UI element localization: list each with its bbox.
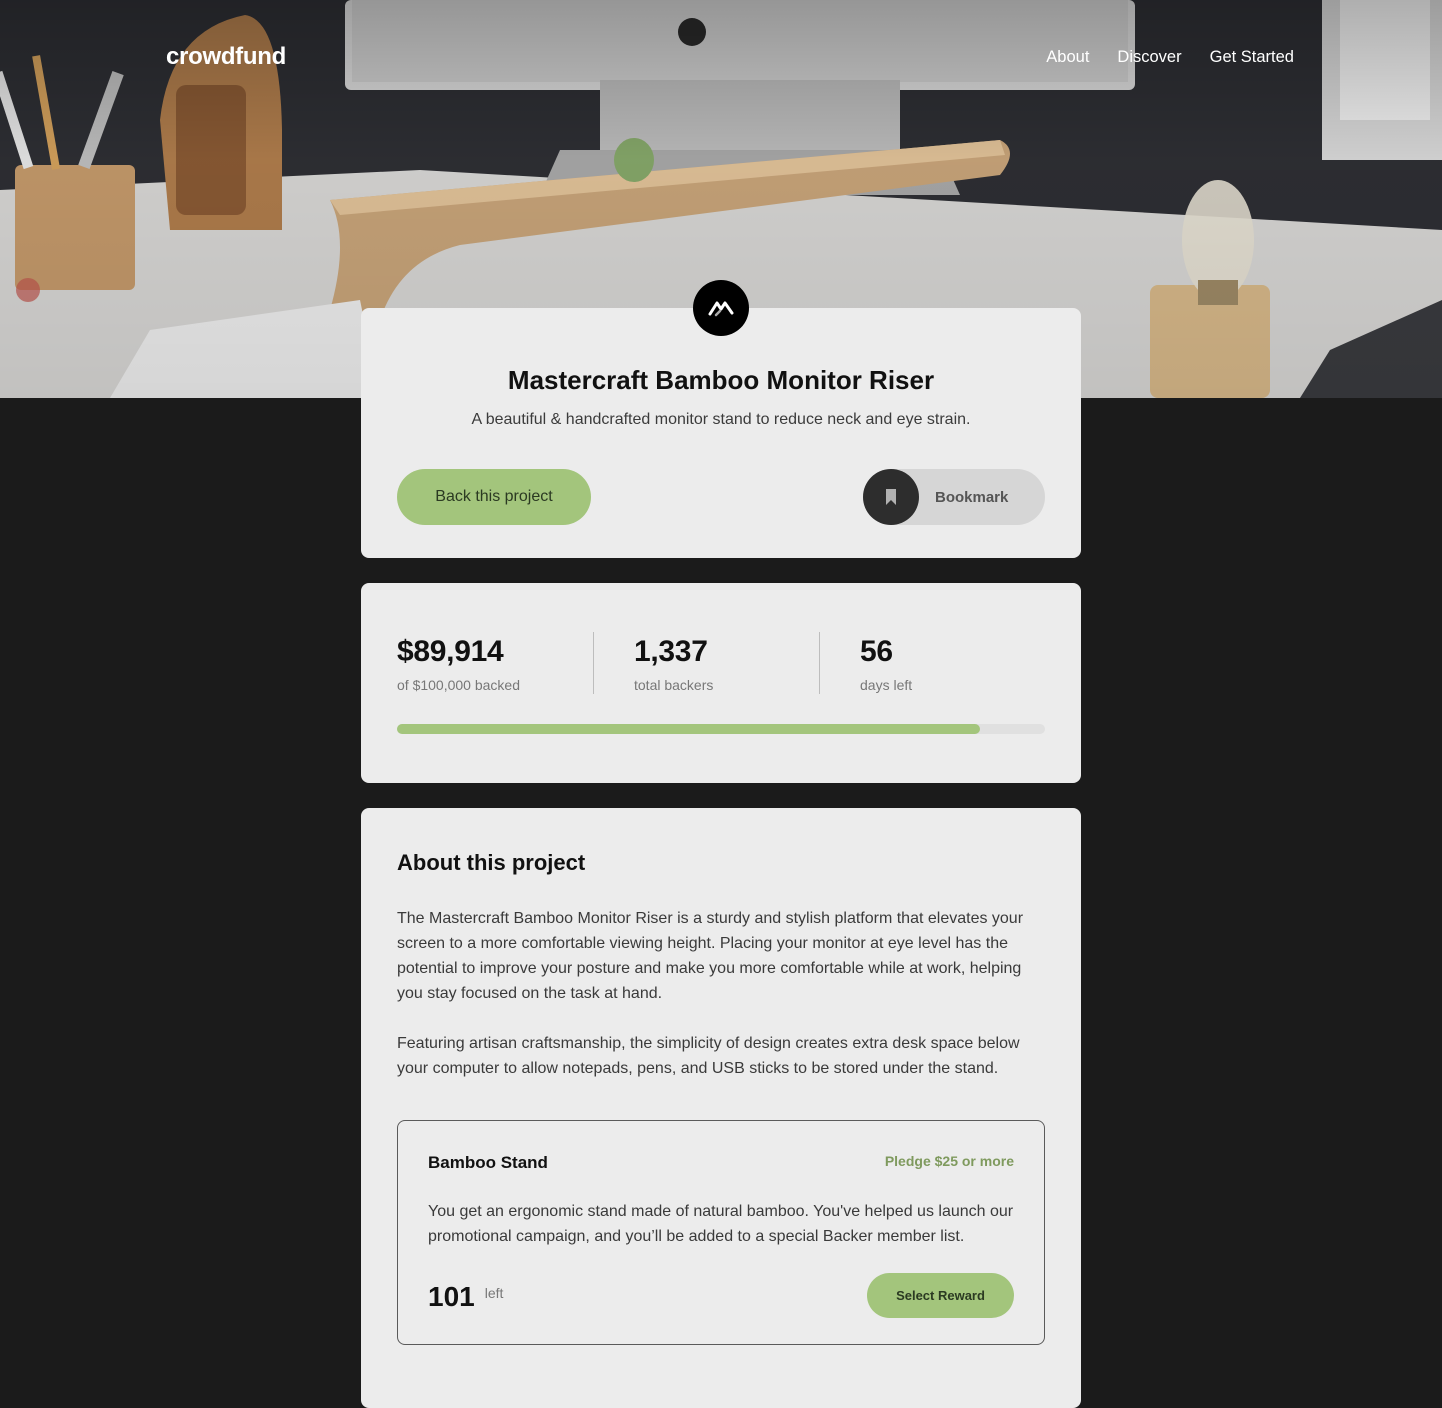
stat-days: 56 days left (860, 635, 912, 693)
days-label: days left (860, 677, 913, 693)
project-subtitle: A beautiful & handcrafted monitor stand … (471, 411, 971, 428)
backers-label: total backers (634, 677, 714, 693)
nav-about[interactable]: About (1046, 48, 1089, 67)
reward-description: You get an ergonomic stand made of natur… (428, 1203, 1014, 1245)
mastercraft-logo-icon (693, 280, 749, 336)
stat-backed: $89,914 of $100,000 backed (397, 635, 520, 693)
backed-amount: $89,914 (397, 635, 504, 668)
reward-remaining: 101 left (428, 1281, 503, 1313)
stat-divider (593, 632, 594, 694)
reward-name: Bamboo Stand (428, 1153, 548, 1172)
about-paragraph-2: Featuring artisan craftsmanship, the sim… (397, 1035, 1020, 1077)
bookmark-button[interactable]: Bookmark (863, 469, 1045, 525)
reward-remaining-count: 101 (428, 1281, 475, 1312)
funding-progress-bar (397, 724, 1045, 734)
reward-pledge: Pledge $25 or more (884, 1153, 1014, 1169)
select-reward-button[interactable]: Select Reward (867, 1273, 1014, 1318)
backers-count: 1,337 (634, 635, 708, 668)
nav-discover[interactable]: Discover (1117, 48, 1181, 67)
backed-label: of $100,000 backed (397, 677, 520, 693)
project-intro-card: Mastercraft Bamboo Monitor Riser A beaut… (361, 280, 1081, 558)
reward-card-bamboo-stand: Bamboo Stand Pledge $25 or more You get … (397, 1120, 1045, 1345)
back-project-button[interactable]: Back this project (397, 469, 591, 525)
nav-get-started[interactable]: Get Started (1210, 48, 1294, 67)
about-card: About this project The Mastercraft Bambo… (361, 808, 1081, 1408)
days-count: 56 (860, 635, 893, 668)
project-title: Mastercraft Bamboo Monitor Riser (507, 365, 935, 395)
stat-backers: 1,337 total backers (634, 635, 713, 693)
bookmark-label: Bookmark (935, 488, 1009, 506)
about-title: About this project (397, 850, 586, 875)
reward-remaining-label: left (484, 1285, 504, 1301)
main-nav: About Discover Get Started (1046, 48, 1294, 67)
funding-progress-fill (397, 724, 981, 734)
bookmark-icon (863, 469, 919, 525)
about-paragraph-1: The Mastercraft Bamboo Monitor Riser is … (397, 910, 1024, 1002)
brand-logo[interactable]: crowdfund (166, 43, 286, 71)
stat-divider (819, 632, 820, 694)
stats-card: $89,914 of $100,000 backed 1,337 total b… (361, 583, 1081, 783)
